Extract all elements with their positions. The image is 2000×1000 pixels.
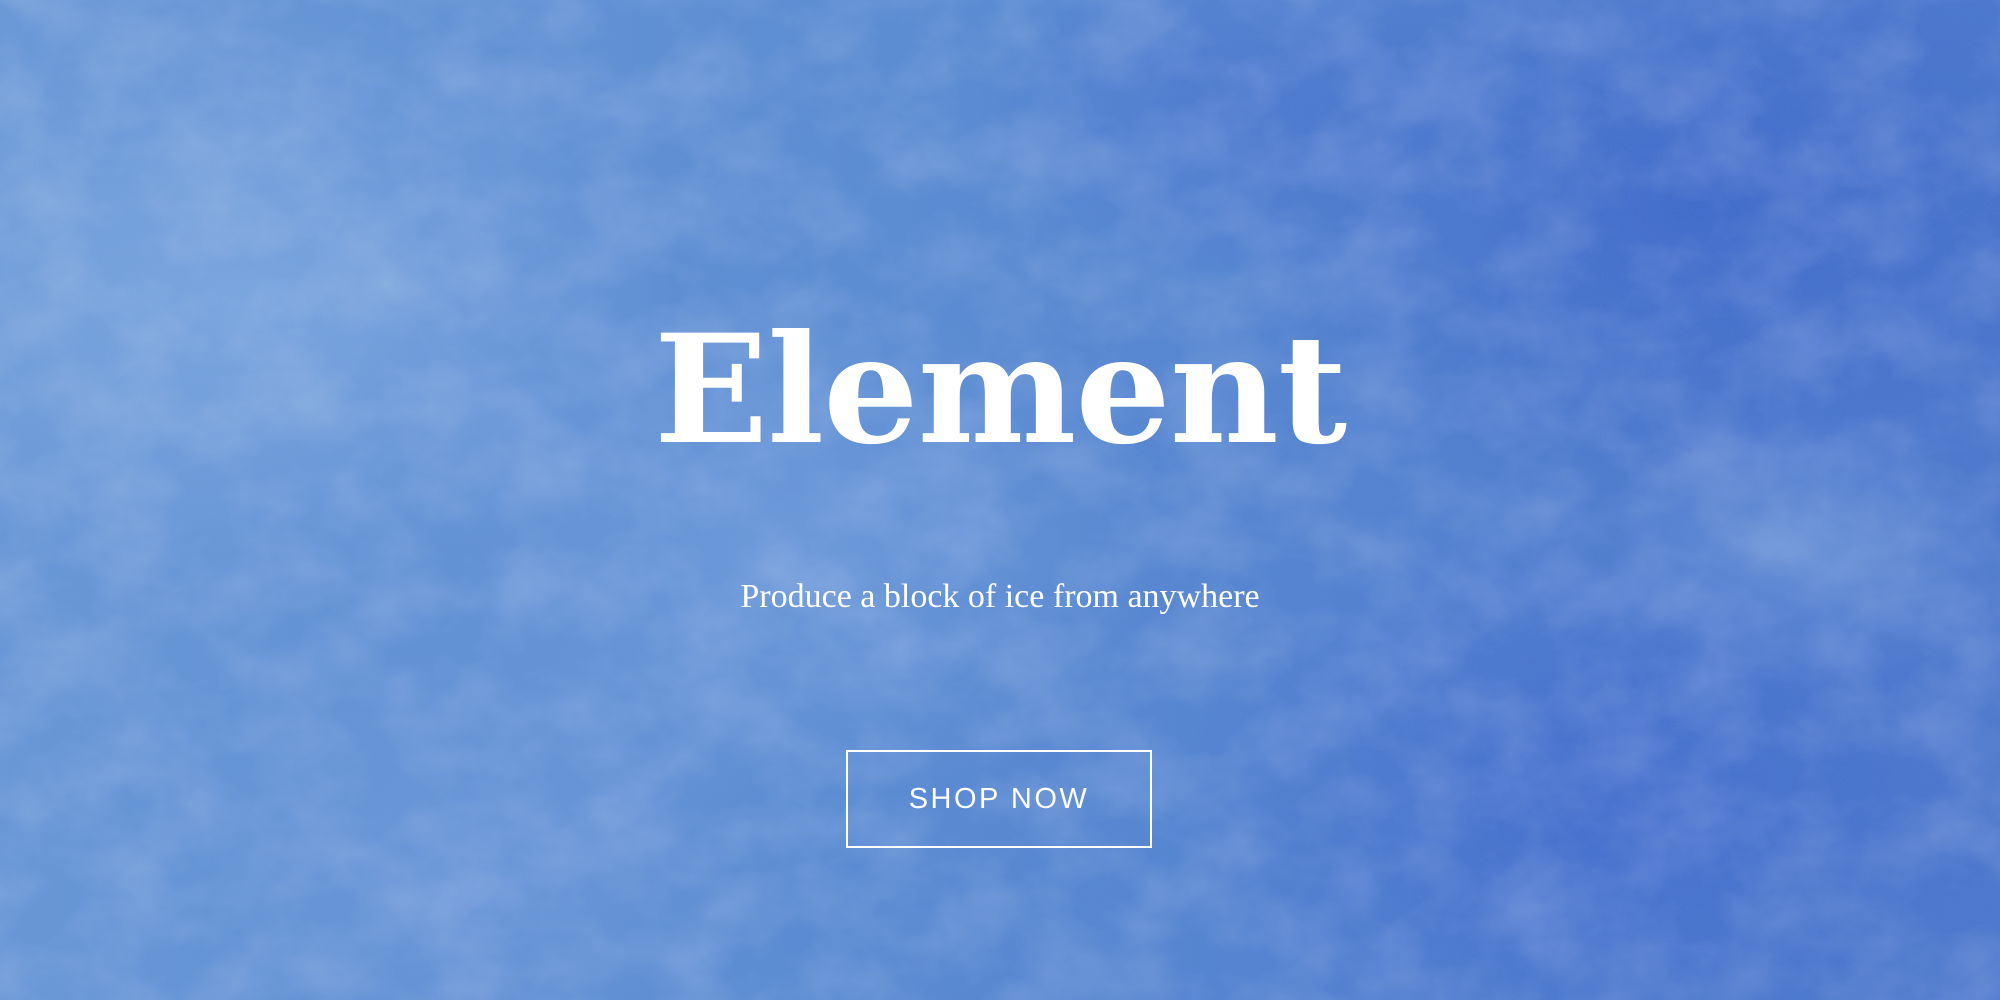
hero-subtitle: Produce a block of ice from anywhere	[740, 578, 1260, 615]
page-title: Element	[653, 302, 1347, 478]
shop-now-button[interactable]: SHOP NOW	[846, 750, 1152, 848]
ice-texture-background	[0, 0, 2000, 1000]
hero-banner: Element Produce a block of ice from anyw…	[0, 0, 2000, 1000]
